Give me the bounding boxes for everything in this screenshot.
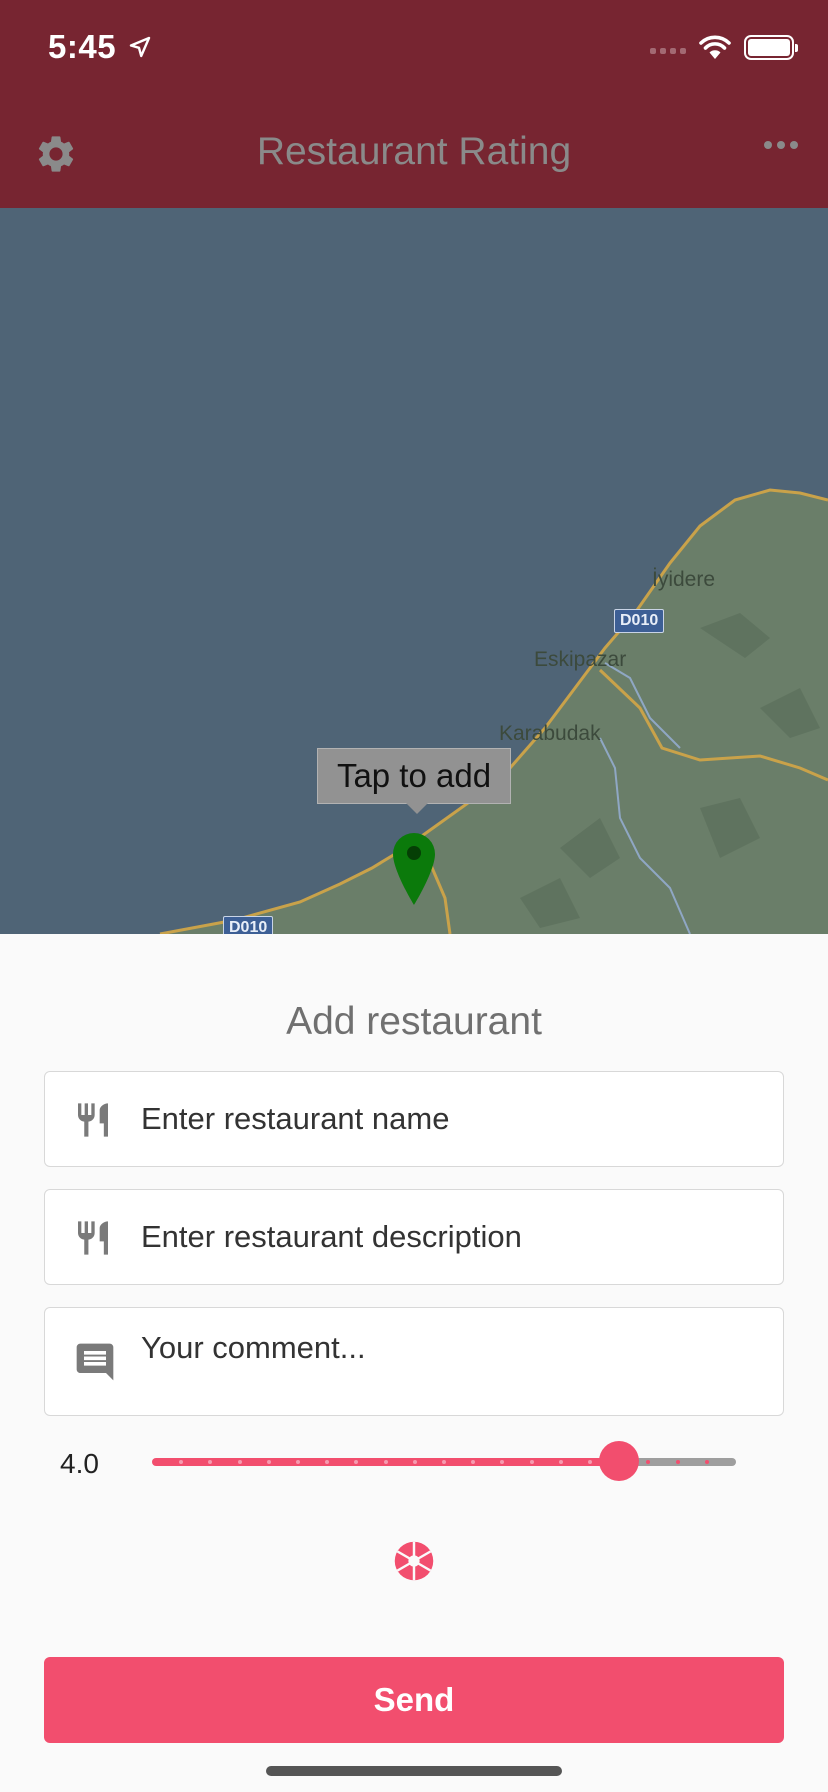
slider-tick bbox=[529, 1460, 534, 1464]
map-label-iyidere: İyidere bbox=[652, 568, 716, 591]
road-sign-d010: D010 bbox=[614, 609, 665, 633]
cellular-signal-icon bbox=[650, 40, 686, 54]
map-label-eskipazar: Eskipazar bbox=[534, 648, 627, 671]
map-tooltip[interactable]: Tap to add bbox=[317, 748, 511, 814]
slider-tick bbox=[266, 1460, 271, 1464]
restaurant-name-field[interactable]: Enter restaurant name bbox=[44, 1071, 784, 1167]
battery-icon bbox=[744, 34, 798, 60]
restaurant-icon bbox=[78, 1103, 108, 1137]
app-header: 5:45 Restaurant Rating bbox=[0, 0, 828, 208]
comment-icon bbox=[76, 1343, 114, 1381]
send-button[interactable]: Send bbox=[44, 1657, 784, 1743]
camera-shutter-icon[interactable] bbox=[393, 1540, 435, 1582]
restaurant-description-field[interactable]: Enter restaurant description bbox=[44, 1189, 784, 1285]
road-sign-d010-lower: D010 bbox=[223, 916, 274, 934]
location-arrow-icon bbox=[129, 36, 151, 58]
home-indicator bbox=[266, 1766, 562, 1776]
slider-tick bbox=[296, 1460, 300, 1464]
restaurant-icon bbox=[78, 1221, 108, 1255]
slider-tick bbox=[558, 1460, 563, 1464]
rating-value: 4.0 bbox=[60, 1448, 99, 1479]
slider-tick bbox=[588, 1460, 592, 1464]
map-label-karabudak: Karabudak bbox=[499, 722, 601, 745]
form-title: Add restaurant bbox=[286, 1000, 542, 1043]
rating-slider[interactable] bbox=[152, 1441, 736, 1481]
status-indicators bbox=[650, 34, 798, 60]
slider-thumb[interactable] bbox=[599, 1441, 640, 1481]
map-view[interactable]: İyidere D010 Eskipazar Karabudak D010 Ta… bbox=[0, 208, 828, 934]
slider-tick bbox=[237, 1460, 242, 1464]
wifi-icon bbox=[699, 35, 731, 59]
slider-tick bbox=[675, 1460, 680, 1464]
comment-input[interactable]: Your comment... bbox=[141, 1330, 366, 1366]
app-title: Restaurant Rating bbox=[256, 130, 572, 173]
slider-tick bbox=[704, 1460, 709, 1464]
slider-tick bbox=[412, 1460, 417, 1464]
slider-tick bbox=[383, 1460, 388, 1464]
restaurant-name-input[interactable]: Enter restaurant name bbox=[141, 1101, 449, 1137]
more-icon[interactable] bbox=[764, 141, 798, 149]
restaurant-description-input[interactable]: Enter restaurant description bbox=[141, 1219, 522, 1255]
comment-field[interactable]: Your comment... bbox=[44, 1307, 784, 1416]
status-time: 5:45 bbox=[48, 28, 117, 65]
slider-tick bbox=[442, 1460, 446, 1464]
map-pin-icon[interactable] bbox=[390, 831, 438, 907]
